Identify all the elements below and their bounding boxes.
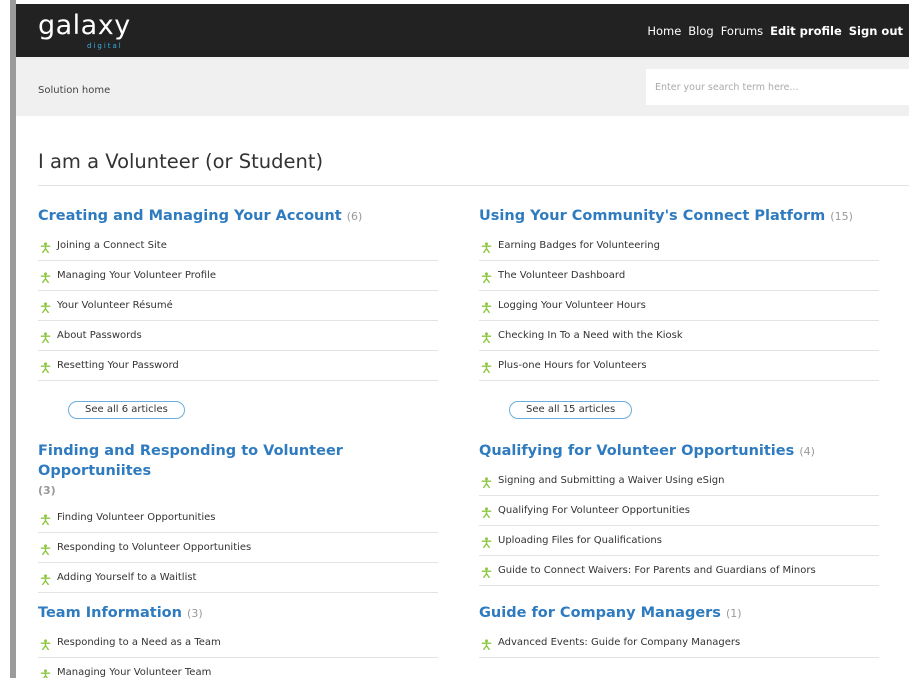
nav-home-link[interactable]: Home	[647, 24, 681, 38]
section-count: (6)	[346, 210, 363, 223]
section-count: (3)	[38, 484, 56, 497]
volunteer-figure-icon	[481, 567, 492, 578]
top-header: galaxy digital Home Blog Forums Edit pro…	[16, 4, 909, 57]
article-link[interactable]: Managing Your Volunteer Profile	[38, 261, 438, 291]
volunteer-figure-icon	[481, 272, 492, 283]
article-link[interactable]: Signing and Submitting a Waiver Using eS…	[479, 466, 879, 496]
section-connect-platform: Using Your Community's Connect Platform …	[479, 206, 879, 419]
section-company-managers: Guide for Company Managers (1) Advanced …	[479, 603, 879, 658]
article-link[interactable]: Earning Badges for Volunteering	[479, 231, 879, 261]
volunteer-figure-icon	[481, 639, 492, 650]
galaxy-digital-logo[interactable]: galaxy digital	[38, 10, 158, 52]
article-link[interactable]: Plus-one Hours for Volunteers	[479, 351, 879, 381]
volunteer-figure-icon	[40, 669, 51, 678]
window-frame-edge	[0, 0, 16, 678]
section-account: Creating and Managing Your Account (6) J…	[38, 206, 438, 419]
page: galaxy digital Home Blog Forums Edit pro…	[16, 0, 909, 678]
volunteer-figure-icon	[481, 477, 492, 488]
breadcrumb-bar: Solution home	[16, 57, 909, 116]
section-title[interactable]: Creating and Managing Your Account (6)	[38, 206, 438, 227]
section-count: (3)	[187, 607, 203, 620]
volunteer-figure-icon	[481, 332, 492, 343]
section-title[interactable]: Finding and Responding to Volunteer Oppo…	[38, 441, 438, 499]
volunteer-figure-icon	[481, 362, 492, 373]
volunteer-figure-icon	[40, 302, 51, 313]
article-link[interactable]: Advanced Events: Guide for Company Manag…	[479, 628, 879, 658]
article-link[interactable]: Qualifying For Volunteer Opportunities	[479, 496, 879, 526]
article-list: Signing and Submitting a Waiver Using eS…	[479, 466, 879, 586]
article-list: Joining a Connect Site Managing Your Vol…	[38, 231, 438, 381]
volunteer-figure-icon	[481, 242, 492, 253]
title-divider	[38, 185, 909, 186]
article-link[interactable]: Guide to Connect Waivers: For Parents an…	[479, 556, 879, 586]
section-team-information: Team Information (3) Responding to a Nee…	[38, 603, 438, 678]
section-title[interactable]: Qualifying for Volunteer Opportunities (…	[479, 441, 879, 462]
article-list: Advanced Events: Guide for Company Manag…	[479, 628, 879, 658]
nav-sign-out-link[interactable]: Sign out	[849, 24, 903, 38]
breadcrumb-solution-home[interactable]: Solution home	[38, 85, 110, 96]
volunteer-figure-icon	[40, 362, 51, 373]
logo-subtext: digital	[87, 42, 123, 50]
volunteer-figure-icon	[40, 332, 51, 343]
page-title: I am a Volunteer (or Student)	[38, 150, 324, 173]
article-link[interactable]: Uploading Files for Qualifications	[479, 526, 879, 556]
article-link[interactable]: Responding to a Need as a Team	[38, 628, 438, 658]
volunteer-figure-icon	[40, 514, 51, 525]
article-link[interactable]: Resetting Your Password	[38, 351, 438, 381]
section-title[interactable]: Team Information (3)	[38, 603, 438, 624]
volunteer-figure-icon	[40, 242, 51, 253]
volunteer-figure-icon	[481, 507, 492, 518]
nav-edit-profile-link[interactable]: Edit profile	[770, 24, 842, 38]
section-count: (1)	[726, 607, 742, 620]
nav-forums-link[interactable]: Forums	[721, 24, 763, 38]
article-link[interactable]: Responding to Volunteer Opportunities	[38, 533, 438, 563]
section-qualifying: Qualifying for Volunteer Opportunities (…	[479, 441, 879, 586]
section-count: (4)	[799, 445, 815, 458]
article-link[interactable]: About Passwords	[38, 321, 438, 351]
article-list: Responding to a Need as a Team Managing …	[38, 628, 438, 678]
article-list: Finding Volunteer Opportunities Respondi…	[38, 503, 438, 593]
search-input[interactable]	[646, 69, 909, 105]
see-all-articles-button[interactable]: See all 6 articles	[68, 401, 185, 419]
section-count: (15)	[830, 210, 853, 223]
volunteer-figure-icon	[40, 544, 51, 555]
article-link[interactable]: Your Volunteer Résumé	[38, 291, 438, 321]
logo-wordmark: galaxy	[38, 10, 131, 41]
section-finding-opportunities: Finding and Responding to Volunteer Oppo…	[38, 441, 438, 593]
article-link[interactable]: Checking In To a Need with the Kiosk	[479, 321, 879, 351]
volunteer-figure-icon	[40, 272, 51, 283]
article-list: Earning Badges for Volunteering The Volu…	[479, 231, 879, 381]
volunteer-figure-icon	[40, 574, 51, 585]
volunteer-figure-icon	[481, 302, 492, 313]
article-link[interactable]: Finding Volunteer Opportunities	[38, 503, 438, 533]
article-link[interactable]: Managing Your Volunteer Team	[38, 658, 438, 678]
article-link[interactable]: The Volunteer Dashboard	[479, 261, 879, 291]
article-link[interactable]: Joining a Connect Site	[38, 231, 438, 261]
article-link[interactable]: Logging Your Volunteer Hours	[479, 291, 879, 321]
top-nav: Home Blog Forums Edit profile Sign out	[647, 24, 903, 38]
section-title[interactable]: Guide for Company Managers (1)	[479, 603, 879, 624]
nav-blog-link[interactable]: Blog	[688, 24, 713, 38]
see-all-articles-button[interactable]: See all 15 articles	[509, 401, 633, 419]
section-title[interactable]: Using Your Community's Connect Platform …	[479, 206, 879, 227]
volunteer-figure-icon	[481, 537, 492, 548]
volunteer-figure-icon	[40, 639, 51, 650]
article-link[interactable]: Adding Yourself to a Waitlist	[38, 563, 438, 593]
